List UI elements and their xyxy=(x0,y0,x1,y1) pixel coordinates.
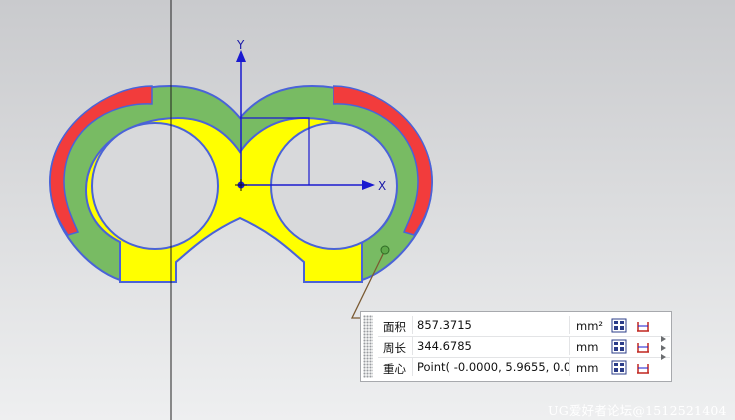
area-label: 面积 xyxy=(383,320,406,334)
calculator-icon[interactable] xyxy=(611,360,627,375)
x-axis-label: X xyxy=(378,179,386,193)
calculator-icon[interactable] xyxy=(611,339,627,354)
area-unit: mm² xyxy=(576,319,604,333)
measurement-panel[interactable]: 面积 857.3715 mm² 周长 344.6785 mm 重心 Point(… xyxy=(360,311,672,382)
area-value[interactable]: 857.3715 xyxy=(412,316,570,334)
panel-drag-handle[interactable] xyxy=(363,315,373,378)
expand-arrow-icon[interactable] xyxy=(661,336,666,342)
measure-row-perimeter: 周长 344.6785 mm xyxy=(378,336,670,358)
panel-expand-arrows[interactable] xyxy=(661,336,669,362)
perimeter-unit: mm xyxy=(576,340,599,354)
y-axis-label: Y xyxy=(236,38,245,52)
calculator-icon[interactable] xyxy=(611,318,627,333)
hole-left[interactable] xyxy=(91,122,219,250)
graphics-viewport[interactable]: Y X 面积 857.3715 mm² 周长 344.6785 mm 重心 Po… xyxy=(0,0,735,420)
centroid-label: 重心 xyxy=(383,362,406,376)
centroid-unit: mm xyxy=(576,361,599,375)
measure-anchor-point[interactable] xyxy=(380,245,390,255)
expand-arrow-icon[interactable] xyxy=(661,345,666,351)
measure-display-icon[interactable] xyxy=(635,339,651,354)
watermark-text: UG爱好者论坛@1512521404 xyxy=(548,403,727,418)
perimeter-value[interactable]: 344.6785 xyxy=(412,337,570,355)
perimeter-label: 周长 xyxy=(383,341,406,355)
measure-display-icon[interactable] xyxy=(635,360,651,375)
measure-row-area: 面积 857.3715 mm² xyxy=(378,315,670,337)
centroid-value[interactable]: Point( -0.0000, 5.9655, 0.0) xyxy=(412,358,570,376)
measure-row-centroid: 重心 Point( -0.0000, 5.9655, 0.0) mm xyxy=(378,357,670,378)
measure-display-icon[interactable] xyxy=(635,318,651,333)
expand-arrow-icon[interactable] xyxy=(661,354,666,360)
